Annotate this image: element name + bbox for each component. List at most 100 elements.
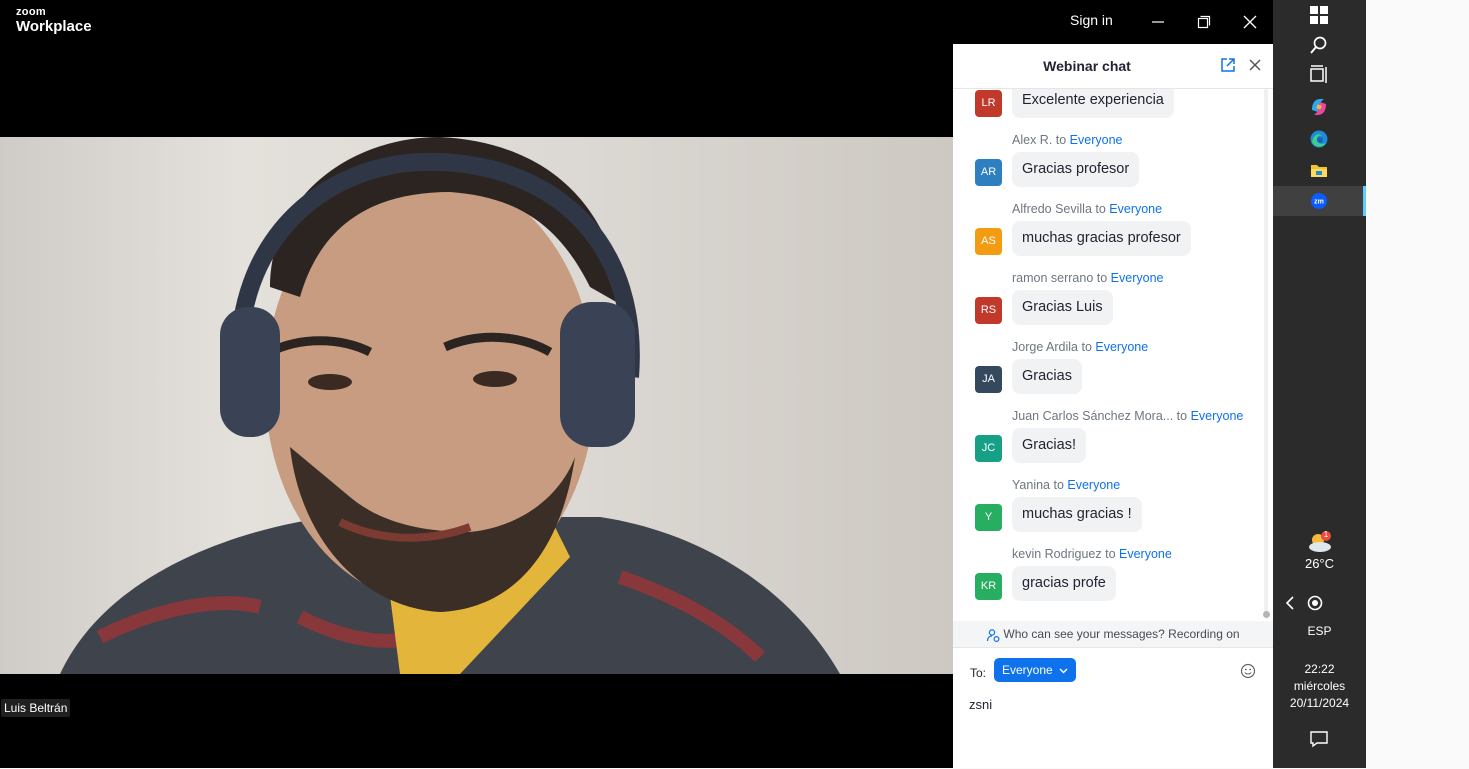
record-indicator[interactable] <box>1306 594 1324 612</box>
chat-title: Webinar chat <box>1043 58 1131 74</box>
recipient-name: Everyone <box>1067 478 1121 492</box>
zoom-app-icon: zm <box>1311 193 1327 209</box>
close-window-button[interactable] <box>1236 8 1264 36</box>
close-icon <box>1243 15 1257 29</box>
recipient-name: Everyone <box>1069 133 1123 147</box>
search-button[interactable] <box>1308 34 1330 56</box>
message-sender: Alfredo Sevilla to Everyone <box>1012 202 1163 216</box>
scrollbar-thumb[interactable] <box>1264 89 1268 616</box>
sender-name: kevin Rodriguez <box>1012 547 1102 561</box>
message-sender: Alex R. to Everyone <box>1012 133 1123 147</box>
emoji-button[interactable] <box>1240 663 1256 679</box>
zoom-taskbar-button[interactable]: zm <box>1273 186 1366 216</box>
avatar: Y <box>975 504 1002 531</box>
message-sender: kevin Rodriguez to Everyone <box>1012 547 1172 561</box>
avatar: AR <box>975 159 1002 186</box>
weather-widget[interactable]: 1 <box>1306 530 1334 554</box>
chat-message-list[interactable]: LR Excelente experiencia Alex R. to Ever… <box>953 89 1265 621</box>
visibility-notice-text: Who can see your messages? Recording on <box>1003 627 1240 641</box>
sign-in-button[interactable]: Sign in <box>1070 12 1113 28</box>
avatar: AS <box>975 228 1002 255</box>
recipient-dropdown[interactable]: Everyone <box>994 658 1077 682</box>
weather-badge: 1 <box>1323 530 1329 539</box>
message-bubble[interactable]: Excelente experiencia <box>1012 89 1174 118</box>
task-view-icon <box>1310 65 1327 83</box>
avatar: JA <box>975 366 1002 393</box>
sender-name: Alex R. <box>1012 133 1053 147</box>
clock-date[interactable]: 20/11/2024 <box>1273 696 1366 710</box>
scrollbar-arrow[interactable] <box>1263 611 1270 618</box>
windows-taskbar: zm 1 26°C ESP 22:22 miércoles 20/11/2024 <box>1273 0 1366 768</box>
folder-icon <box>1311 165 1327 177</box>
chat-message-input[interactable] <box>969 692 1259 716</box>
zoom-logo: zoom Workplace <box>16 6 92 35</box>
chat-header: Webinar chat <box>953 44 1273 89</box>
edge-button[interactable] <box>1308 128 1330 150</box>
participant-video[interactable] <box>0 137 953 674</box>
pop-out-chat-button[interactable] <box>1220 57 1238 75</box>
message-bubble[interactable]: Gracias <box>1012 359 1082 394</box>
record-icon <box>1307 595 1323 611</box>
sender-name: Jorge Ardila <box>1012 340 1079 354</box>
avatar: JC <box>975 435 1002 462</box>
sender-name: Yanina <box>1012 478 1050 492</box>
start-button[interactable] <box>1308 4 1330 26</box>
recipient-name: Everyone <box>1190 409 1244 423</box>
chat-composer: To: Everyone <box>953 647 1273 769</box>
close-icon <box>1249 59 1261 71</box>
input-language[interactable]: ESP <box>1273 624 1366 638</box>
to-label: To: <box>970 666 987 680</box>
clock-time[interactable]: 22:22 <box>1273 662 1366 676</box>
logo-top-text: zoom <box>16 6 46 18</box>
pop-out-icon <box>1221 58 1235 72</box>
avatar: RS <box>975 297 1002 324</box>
recipient-name: Everyone <box>1119 547 1172 561</box>
chevron-down-icon <box>1059 668 1068 674</box>
message-bubble[interactable]: Gracias profesor <box>1012 152 1140 187</box>
logo-bottom-text: Workplace <box>16 18 92 35</box>
sender-name: ramon serrano <box>1012 271 1094 285</box>
search-icon <box>1310 36 1327 54</box>
windows-logo-icon <box>1310 6 1328 24</box>
partly-cloudy-icon <box>1309 531 1331 552</box>
chat-scrollbar[interactable] <box>1263 89 1270 619</box>
task-view-button[interactable] <box>1308 64 1330 86</box>
minimize-button[interactable] <box>1144 8 1172 36</box>
recipient-value: Everyone <box>1002 663 1053 677</box>
message-bubble[interactable]: Gracias Luis <box>1012 290 1113 325</box>
close-chat-button[interactable] <box>1247 57 1265 75</box>
restore-icon <box>1197 15 1211 29</box>
avatar: LR <box>975 90 1002 117</box>
clock-weekday[interactable]: miércoles <box>1273 679 1366 693</box>
message-bubble[interactable]: gracias profe <box>1012 566 1116 601</box>
webinar-chat-panel: Webinar chat LR Excelente experiencia Al… <box>953 44 1273 768</box>
recipient-name: Everyone <box>1110 271 1164 285</box>
participant-name-label: Luis Beltrán <box>1 699 71 717</box>
title-bar: zoom Workplace Sign in <box>0 0 1273 44</box>
message-bubble[interactable]: muchas gracias profesor <box>1012 221 1191 256</box>
message-sender: Juan Carlos Sánchez Mora... to Everyone <box>1012 409 1244 423</box>
copilot-button[interactable] <box>1308 96 1330 118</box>
file-explorer-button[interactable] <box>1308 159 1330 181</box>
message-visibility-notice[interactable]: Who can see your messages? Recording on <box>953 621 1273 647</box>
message-sender: Jorge Ardila to Everyone <box>1012 340 1149 354</box>
avatar: KR <box>975 573 1002 600</box>
recipient-name: Everyone <box>1109 202 1163 216</box>
edge-browser-icon <box>1310 130 1328 148</box>
show-hidden-icons-button[interactable] <box>1283 595 1297 611</box>
weather-temperature[interactable]: 26°C <box>1273 556 1366 571</box>
notifications-button[interactable] <box>1309 729 1329 749</box>
message-bubble[interactable]: Gracias! <box>1012 428 1086 463</box>
copilot-icon <box>1312 99 1326 115</box>
recipient-name: Everyone <box>1095 340 1149 354</box>
emoji-icon <box>1240 663 1256 679</box>
participant-video-illustration <box>60 137 840 674</box>
message-sender: ramon serrano to Everyone <box>1012 271 1164 285</box>
notification-icon <box>1310 731 1328 748</box>
minimize-icon <box>1152 21 1164 23</box>
sender-name: Alfredo Sevilla <box>1012 202 1092 216</box>
restore-button[interactable] <box>1190 8 1218 36</box>
message-bubble[interactable]: muchas gracias ! <box>1012 497 1142 532</box>
svg-text:zm: zm <box>1314 199 1324 206</box>
video-area: Luis Beltrán <box>0 44 953 768</box>
